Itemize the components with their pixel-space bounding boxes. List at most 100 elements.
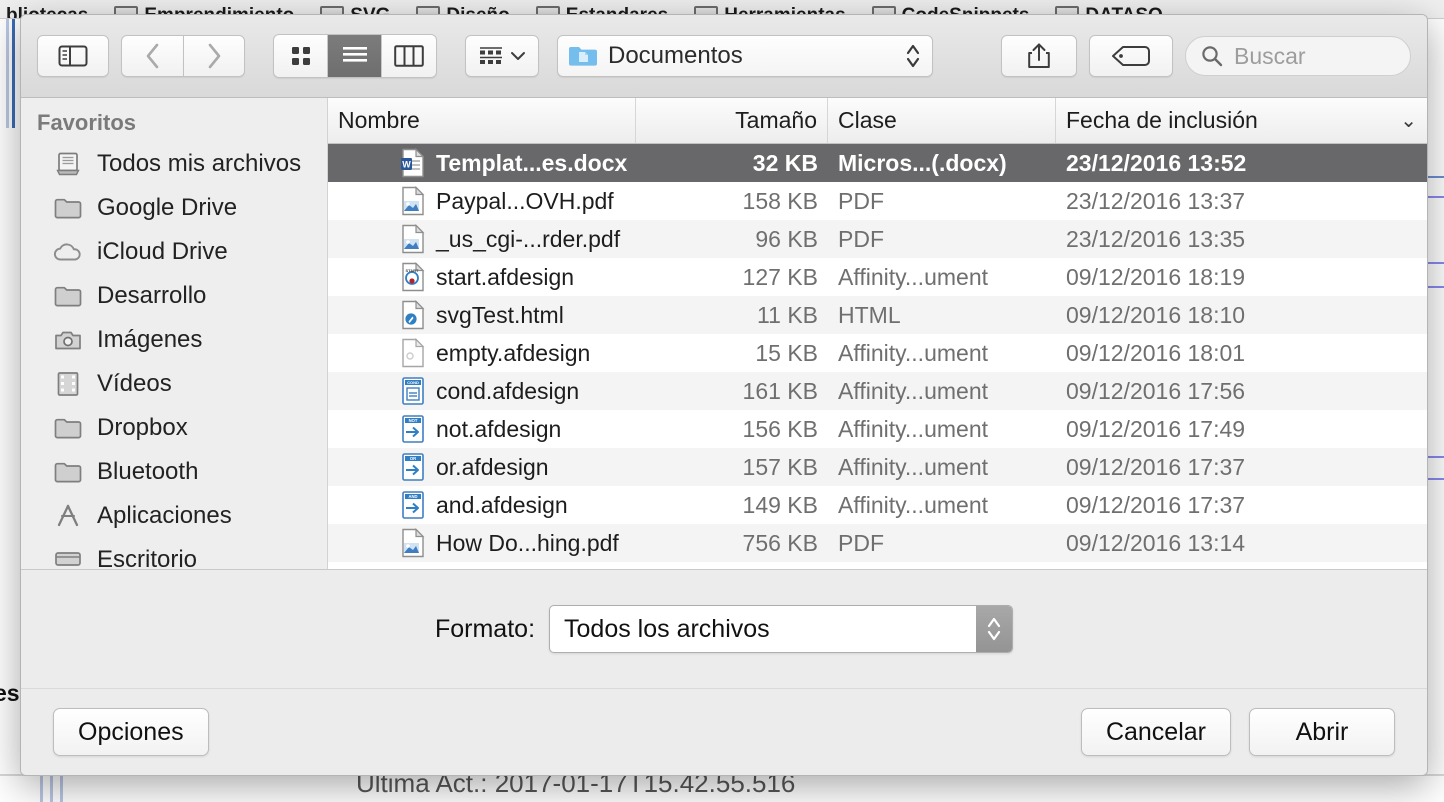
svg-text:AND: AND [408, 494, 417, 499]
sidebar-toggle-button[interactable] [37, 35, 109, 77]
column-header-class[interactable]: Clase [828, 98, 1056, 143]
current-folder-popup[interactable]: Documentos [557, 35, 933, 77]
forward-button[interactable] [183, 35, 245, 77]
file-list-rows[interactable]: W Templat...es.docx 32 KB Micros...(.doc… [328, 144, 1427, 569]
file-size-cell: 756 KB [742, 529, 818, 556]
view-mode-icon-button[interactable] [274, 35, 328, 77]
column-header-date[interactable]: Fecha de inclusión ⌄ [1056, 98, 1427, 143]
sidebar-item-imagenes[interactable]: Imágenes [21, 318, 327, 362]
cloud-icon [53, 239, 83, 265]
sidebar-item-label: Aplicaciones [97, 502, 232, 529]
table-row[interactable]: Paypal...OVH.pdf 158 KB PDF 23/12/2016 1… [328, 182, 1427, 220]
column-header-size[interactable]: Tamaño [636, 98, 828, 143]
sidebar-item-label: Bluetooth [97, 458, 199, 485]
search-field[interactable]: Buscar [1185, 36, 1411, 76]
file-list-pane: Nombre Tamaño Clase Fecha de inclusión ⌄ [328, 98, 1427, 569]
table-row[interactable]: _us_cgi-...rder.pdf 96 KB PDF 23/12/2016… [328, 220, 1427, 258]
table-row[interactable]: START start.afdesign 127 KB Affinity...u… [328, 258, 1427, 296]
file-class-cell: HTML [838, 301, 901, 328]
pdf-icon [400, 528, 426, 558]
blank-doc-icon [400, 338, 426, 368]
sidebar-item-desarrollo[interactable]: Desarrollo [21, 274, 327, 318]
file-class-cell: PDF [838, 225, 884, 252]
file-class-cell: Micros...(.docx) [838, 149, 1007, 176]
open-button[interactable]: Abrir [1249, 708, 1395, 756]
sidebar-item-google-drive[interactable]: Google Drive [21, 186, 327, 230]
share-button[interactable] [1001, 35, 1077, 77]
file-size-cell: 158 KB [742, 187, 818, 214]
file-class-cell: Affinity...ument [838, 491, 988, 518]
search-icon [1202, 46, 1223, 67]
format-stepper[interactable] [976, 606, 1013, 652]
format-select[interactable]: Todos los archivos [549, 605, 1014, 653]
table-row[interactable]: AND and.afdesign 149 KB Affinity...ument… [328, 486, 1427, 524]
chevron-right-icon [208, 43, 221, 69]
file-size-cell: 11 KB [757, 301, 818, 328]
column-header-name[interactable]: Nombre [328, 98, 636, 143]
background-guide-line [12, 18, 15, 128]
table-row[interactable]: How Do...hing.pdf 756 KB PDF 09/12/2016 … [328, 524, 1427, 562]
file-date-cell: 09/12/2016 17:37 [1066, 491, 1246, 518]
view-mode-column-button[interactable] [382, 35, 436, 77]
file-name-label: start.afdesign [436, 263, 575, 290]
table-row[interactable]: W Templat...es.docx 32 KB Micros...(.doc… [328, 144, 1427, 182]
options-button[interactable]: Opciones [53, 708, 209, 756]
file-size-cell: 149 KB [742, 491, 818, 518]
sidebar-item-label: iCloud Drive [97, 238, 228, 265]
sidebar-item-escritorio[interactable]: Escritorio [21, 538, 327, 569]
file-name-label: svgTest.html [436, 301, 564, 328]
file-name-label: or.afdesign [436, 453, 549, 480]
film-icon [53, 371, 83, 397]
view-mode-list-button[interactable] [328, 35, 382, 77]
arrange-icon [480, 47, 502, 64]
file-size-cell: 161 KB [742, 377, 818, 404]
format-bar: Formato: Todos los archivos [21, 570, 1427, 689]
navigation-buttons [121, 35, 245, 77]
folder-icon [53, 415, 83, 441]
file-name-label: Paypal...OVH.pdf [436, 187, 614, 214]
file-size-cell: 156 KB [742, 415, 818, 442]
sidebar-item-todos-mis-archivos[interactable]: Todos mis archivos [21, 142, 327, 186]
file-name-cell: svgTest.html [328, 300, 636, 330]
file-name-cell: W Templat...es.docx [328, 148, 636, 178]
grid-view-icon [291, 47, 310, 65]
pdf-icon [400, 186, 426, 216]
file-name-label: Templat...es.docx [436, 149, 628, 176]
afdesign-not-icon: NOT [400, 414, 426, 444]
all-files-icon [53, 151, 83, 177]
table-row[interactable]: svgTest.html 11 KB HTML 09/12/2016 18:10 [328, 296, 1427, 334]
sidebar-item-label: Vídeos [97, 370, 172, 397]
sidebar-item-videos[interactable]: Vídeos [21, 362, 327, 406]
arrange-by-button[interactable] [465, 35, 539, 77]
file-name-cell: _us_cgi-...rder.pdf [328, 224, 636, 254]
svg-text:NOT: NOT [409, 418, 418, 423]
file-date-cell: 23/12/2016 13:52 [1066, 149, 1247, 176]
sidebar-item-aplicaciones[interactable]: Aplicaciones [21, 494, 327, 538]
column-header-name-label: Nombre [338, 107, 420, 133]
back-button[interactable] [121, 35, 183, 77]
chevron-up-down-icon [906, 44, 920, 68]
file-date-cell: 23/12/2016 13:35 [1066, 225, 1246, 252]
sidebar-item-label: Todos mis archivos [97, 150, 302, 177]
format-selected-value: Todos los archivos [564, 614, 770, 643]
file-name-cell: START start.afdesign [328, 262, 636, 292]
sidebar-item-bluetooth[interactable]: Bluetooth [21, 450, 327, 494]
cancel-button[interactable]: Cancelar [1080, 708, 1231, 756]
sidebar-item-icloud-drive[interactable]: iCloud Drive [21, 230, 327, 274]
table-row[interactable]: NOT not.afdesign 156 KB Affinity...ument… [328, 410, 1427, 448]
file-name-label: _us_cgi-...rder.pdf [436, 225, 621, 252]
svg-text:OR: OR [410, 456, 416, 461]
file-date-cell: 09/12/2016 17:49 [1066, 415, 1246, 442]
table-row[interactable]: OR or.afdesign 157 KB Affinity...ument 0… [328, 448, 1427, 486]
sidebar-section-header: Favoritos [37, 110, 137, 135]
view-mode-segmented-control [273, 34, 437, 78]
background-rule [1428, 456, 1444, 458]
table-row[interactable]: empty.afdesign 15 KB Affinity...ument 09… [328, 334, 1427, 372]
tag-button[interactable] [1089, 35, 1173, 77]
sidebar-item-dropbox[interactable]: Dropbox [21, 406, 327, 450]
file-name-label: How Do...hing.pdf [436, 529, 619, 556]
list-view-icon [342, 47, 367, 62]
file-name-label: empty.afdesign [436, 339, 591, 366]
table-row[interactable]: COND cond.afdesign 161 KB Affinity...ume… [328, 372, 1427, 410]
file-size-cell: 96 KB [755, 225, 818, 252]
